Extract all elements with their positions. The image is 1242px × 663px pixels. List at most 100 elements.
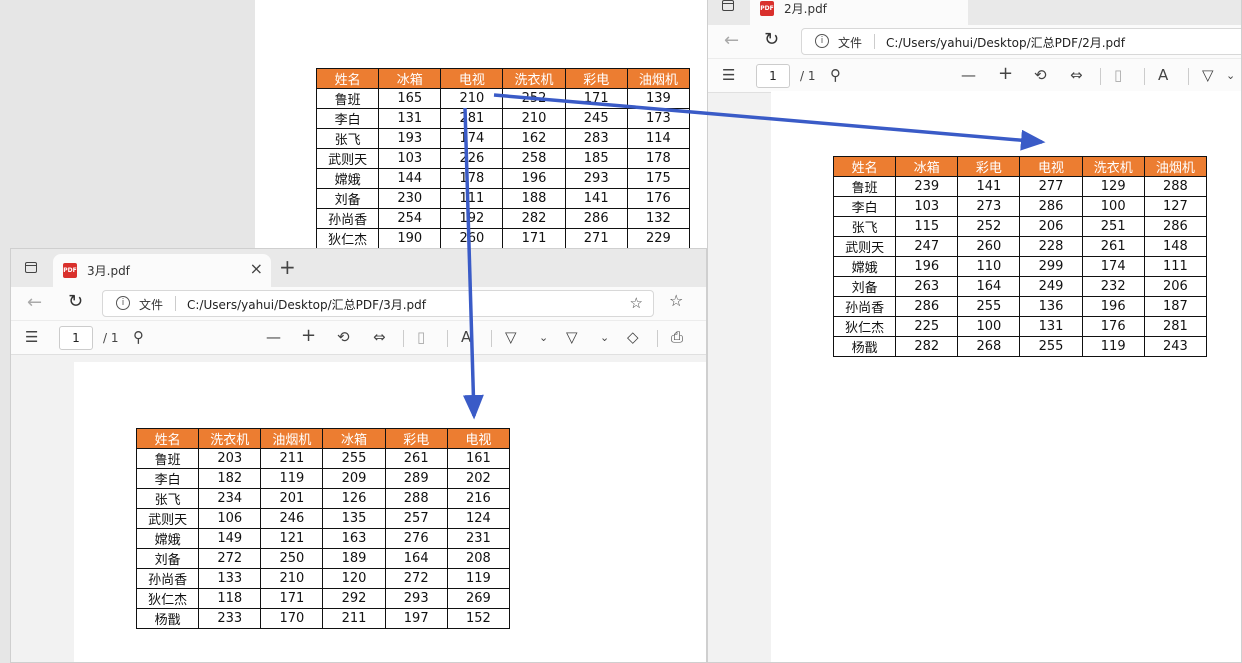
draw-icon[interactable]: ▽ (1202, 66, 1214, 84)
search-icon[interactable]: ⚲ (830, 66, 841, 84)
value-cell: 230 (378, 188, 442, 209)
favorites-list-icon[interactable]: ☆ (669, 291, 683, 310)
reload-icon[interactable]: ↻ (764, 29, 779, 50)
info-icon[interactable]: i (815, 34, 829, 48)
value-cell: 164 (384, 548, 448, 569)
table-row: 李白 103 273 286 100 127 (832, 196, 1208, 217)
name-cell: 刘备 (832, 276, 897, 297)
url-text[interactable]: C:/Users/yahui/Desktop/汇总PDF/3月.pdf (187, 296, 426, 313)
value-cell: 185 (564, 148, 628, 169)
value-cell: 209 (322, 468, 386, 489)
new-tab-icon[interactable]: + (279, 255, 296, 279)
value-cell: 182 (198, 468, 262, 489)
favorite-star-icon[interactable]: ☆ (630, 294, 643, 312)
value-cell: 288 (384, 488, 448, 509)
table-row: 孙尚香 133 210 120 272 119 (135, 568, 511, 589)
value-cell: 210 (502, 108, 566, 129)
value-cell: 174 (440, 128, 504, 149)
name-cell: 杨戬 (832, 336, 897, 357)
name-cell: 鲁班 (315, 88, 380, 109)
column-header: 彩电 (384, 428, 448, 449)
value-cell: 189 (322, 548, 386, 569)
page-view-icon[interactable]: ▯ (417, 328, 425, 346)
table-row: 张飞 234 201 126 288 216 (135, 488, 511, 509)
value-cell: 187 (1143, 296, 1208, 317)
fit-width-icon[interactable]: ⇔ (1070, 66, 1083, 84)
value-cell: 252 (502, 88, 566, 109)
address-row: ← ↻ i 文件 C:/Users/yahui/Desktop/汇总PDF/3月… (11, 287, 706, 320)
rotate-icon[interactable]: ⟲ (1034, 66, 1047, 84)
name-cell: 刘备 (315, 188, 380, 209)
table-row: 武则天 247 260 228 261 148 (832, 236, 1208, 257)
read-aloud-icon[interactable]: A (461, 328, 471, 346)
name-cell: 张飞 (135, 488, 200, 509)
chevron-down-icon[interactable]: ⌄ (1226, 69, 1235, 82)
back-icon[interactable]: ← (27, 292, 42, 313)
page-view-icon[interactable]: ▯ (1114, 66, 1122, 84)
value-cell: 206 (1143, 276, 1208, 297)
url-text[interactable]: C:/Users/yahui/Desktop/汇总PDF/2月.pdf (886, 34, 1125, 51)
value-cell: 141 (564, 188, 628, 209)
column-header: 冰箱 (322, 428, 386, 449)
sidebar-icon[interactable] (25, 262, 37, 273)
value-cell: 234 (198, 488, 262, 509)
value-cell: 273 (957, 196, 1021, 217)
info-icon[interactable]: i (116, 296, 130, 310)
divider (447, 330, 448, 347)
value-cell: 173 (626, 108, 691, 129)
eraser-icon[interactable]: ◇ (627, 328, 639, 346)
tab-mar-pdf[interactable]: PDF 3月.pdf × (53, 254, 271, 287)
value-cell: 131 (378, 108, 442, 129)
table-row: 嫦娥 149 121 163 276 231 (135, 528, 511, 549)
value-cell: 228 (1019, 236, 1083, 257)
value-cell: 261 (1081, 236, 1145, 257)
value-cell: 100 (957, 316, 1021, 337)
sidebar-icon[interactable] (722, 0, 734, 11)
name-cell: 鲁班 (832, 176, 897, 197)
zoom-out-icon[interactable]: — (961, 66, 976, 84)
value-cell: 192 (440, 208, 504, 229)
table-row: 武则天 103 226 258 185 178 (315, 148, 691, 169)
tab-bar: PDF 2月.pdf (708, 0, 1241, 25)
tab-feb-pdf[interactable]: PDF 2月.pdf (750, 0, 968, 25)
header-row: 姓名 冰箱 电视 洗衣机 彩电 油烟机 (315, 68, 691, 89)
column-header: 洗衣机 (198, 428, 262, 449)
toc-icon[interactable]: ☰ (25, 328, 38, 346)
rotate-icon[interactable]: ⟲ (337, 328, 350, 346)
page-number-input[interactable]: 1 (59, 326, 93, 350)
table-row: 武则天 106 246 135 257 124 (135, 508, 511, 529)
highlight-icon[interactable]: ▽ (566, 328, 578, 346)
page-number-input[interactable]: 1 (756, 64, 790, 88)
value-cell: 229 (626, 228, 691, 249)
address-bar[interactable]: i 文件 C:/Users/yahui/Desktop/汇总PDF/2月.pdf (801, 28, 1241, 55)
table-row: 孙尚香 254 192 282 286 132 (315, 208, 691, 229)
value-cell: 133 (198, 568, 262, 589)
search-icon[interactable]: ⚲ (133, 328, 144, 346)
value-cell: 175 (626, 168, 691, 189)
address-bar[interactable]: i 文件 C:/Users/yahui/Desktop/汇总PDF/3月.pdf… (102, 290, 654, 317)
value-cell: 111 (440, 188, 504, 209)
value-cell: 246 (260, 508, 324, 529)
divider (1144, 68, 1145, 85)
toc-icon[interactable]: ☰ (722, 66, 735, 84)
column-header: 姓名 (315, 68, 380, 89)
chevron-down-icon[interactable]: ⌄ (539, 331, 548, 344)
value-cell: 293 (564, 168, 628, 189)
value-cell: 196 (1081, 296, 1145, 317)
name-cell: 武则天 (832, 236, 897, 257)
page-total: / 1 (800, 69, 816, 83)
zoom-in-icon[interactable]: + (301, 325, 316, 346)
name-cell: 李白 (832, 196, 897, 217)
value-cell: 124 (446, 508, 511, 529)
zoom-out-icon[interactable]: — (266, 328, 281, 346)
reload-icon[interactable]: ↻ (68, 291, 83, 312)
fit-width-icon[interactable]: ⇔ (373, 328, 386, 346)
back-icon[interactable]: ← (724, 30, 739, 51)
zoom-in-icon[interactable]: + (998, 63, 1013, 84)
print-icon[interactable]: ⎙ (671, 328, 683, 346)
chevron-down-icon[interactable]: ⌄ (600, 331, 609, 344)
value-cell: 188 (502, 188, 566, 209)
close-icon[interactable]: × (250, 259, 263, 278)
draw-icon[interactable]: ▽ (505, 328, 517, 346)
read-aloud-icon[interactable]: A (1158, 66, 1168, 84)
